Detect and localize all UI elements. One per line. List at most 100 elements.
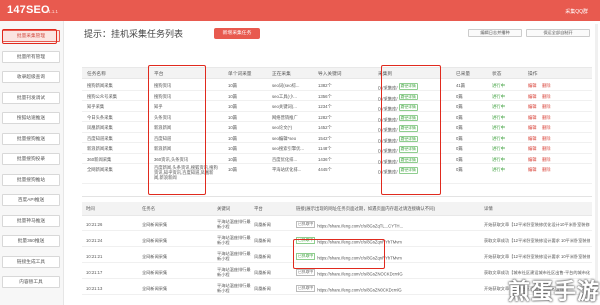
- log-row[interactable]: 10:21:26 全网新闻采集 平海站温座排行最新小程 凤凰新闻 已抓取中 https:/…: [82, 218, 592, 231]
- cell-kw: 1148个: [318, 146, 332, 151]
- cell-collected: 41篇: [456, 83, 466, 88]
- edit-link[interactable]: 编辑: [528, 83, 537, 89]
- cell-name: 搜狗公众号采集: [87, 93, 118, 99]
- sidebar-item[interactable]: 收录超级查询: [2, 71, 60, 83]
- log-table-header: 时间 任务名 关键词 平台 链接(展示出现的网址任务页面过期，如遇页面内存超过请连接确认…: [82, 202, 592, 216]
- log-task: 全网新闻采集: [142, 238, 168, 243]
- watermark: 煎蛋手游: [508, 279, 600, 304]
- edit-link[interactable]: 编辑: [528, 136, 537, 142]
- column-header[interactable]: 单个词采量: [228, 71, 251, 77]
- log-task: 全网新闻采集: [142, 222, 168, 227]
- divider: [82, 196, 592, 197]
- sidebar-item[interactable]: 百度API推送: [2, 194, 60, 206]
- fetch-status-tag: 已抓取中: [296, 285, 316, 292]
- cell-current: 百度优化排...: [272, 156, 298, 162]
- cell-current: seo关键词(...: [272, 104, 297, 109]
- top-bar: 147SEO v1.1.1 采集QQ群: [0, 0, 600, 21]
- log-detail: 获取文章成功【12平米卧室装修设计要求 10平米卧室装修要点小技】: [484, 238, 590, 243]
- column-header[interactable]: 导入关键词: [318, 71, 341, 77]
- edit-link[interactable]: 编辑: [528, 115, 537, 121]
- sidebar-item[interactable]: 内容替工具: [2, 276, 60, 288]
- save-all-button[interactable]: 保运全部自制开: [526, 29, 590, 37]
- status-badge: 进行中: [492, 135, 505, 141]
- sidebar-item[interactable]: 批量神马推送: [2, 214, 60, 227]
- edit-link[interactable]: 编辑: [528, 146, 537, 152]
- column-header[interactable]: 正在采集: [272, 71, 291, 77]
- log-keyword: 平海站温座排行最新小程: [217, 251, 251, 261]
- cell-collected: 0篇: [456, 125, 463, 130]
- column-header[interactable]: 已采量: [456, 71, 470, 77]
- log-url[interactable]: 已抓取中 https://share.ifeng.com/c/s/8GsZNOCK…: [296, 269, 476, 277]
- cell-kw: 4445个: [318, 167, 332, 172]
- log-column-header: 时间: [86, 206, 95, 211]
- sidebar-item[interactable]: 批量搜狗投录: [2, 153, 60, 165]
- column-header[interactable]: 状态: [492, 71, 501, 77]
- log-time: 10:21:13: [86, 286, 103, 291]
- log-task: 全网新闻采集: [142, 270, 168, 275]
- delete-link[interactable]: 删除: [542, 146, 551, 152]
- edit-link[interactable]: 编辑: [528, 125, 537, 131]
- edit-link[interactable]: 编辑: [528, 94, 537, 100]
- url-text[interactable]: https://share.ifeng.com/c/s/8GsZN0CKDcrn…: [317, 288, 401, 293]
- sidebar-item[interactable]: 批量所有管理: [2, 50, 60, 63]
- sidebar-item[interactable]: 批量搜狗推站: [2, 173, 60, 186]
- cell-per: 10篇: [228, 114, 238, 120]
- log-time: 10:21:26: [86, 222, 103, 227]
- url-text[interactable]: https://share.ifeng.com/c/s/8GsZNOCKDcrn…: [317, 272, 402, 277]
- delete-link[interactable]: 删除: [542, 157, 551, 163]
- cell-kw: 1382个: [318, 83, 332, 88]
- sidebar-item[interactable]: 批量刊发调试: [2, 91, 60, 104]
- log-time: 10:21:17: [86, 270, 103, 275]
- log-platform: 凤凰新闻: [254, 270, 271, 275]
- main-panel: 提示：挂机采集任务列表 新增采集任务 编辑日志并播种 保运全部自制开 任务名称平…: [64, 21, 600, 305]
- delete-link[interactable]: 删除: [542, 115, 551, 121]
- log-column-header: 链接(展示出现的网址任务页面过期，如遇页面内存超过请连接确认不同): [296, 206, 436, 211]
- log-keyword: 平海站温座排行最新小程: [217, 267, 251, 277]
- log-time: 10:21:24: [86, 238, 103, 243]
- url-text[interactable]: https://share.ifeng.com/c/s/8GsZqTL...CY…: [317, 224, 403, 229]
- scrollbar[interactable]: [595, 24, 598, 300]
- delete-link[interactable]: 删除: [542, 104, 551, 110]
- log-task: 全网新闻采集: [142, 286, 168, 291]
- sidebar-item[interactable]: 链接生成工具: [2, 255, 60, 268]
- delete-link[interactable]: 删除: [542, 83, 551, 89]
- column-header[interactable]: 任务名称: [87, 71, 106, 77]
- cell-current: seo编辑*seo: [272, 135, 297, 141]
- log-task: 全网新闻采集: [142, 254, 168, 259]
- edit-log-button[interactable]: 编辑日志并播种: [468, 29, 522, 37]
- cell-kw: 1356个: [318, 93, 332, 99]
- cell-name: 全网新闻采集: [87, 167, 113, 172]
- status-badge: 进行中: [492, 114, 505, 120]
- cell-current: seo搜索引擎优...: [272, 146, 304, 151]
- qq-group-link[interactable]: 采集QQ群: [565, 8, 588, 15]
- delete-link[interactable]: 删除: [542, 136, 551, 142]
- edit-link[interactable]: 编辑: [528, 104, 537, 110]
- edit-link[interactable]: 编辑: [528, 167, 537, 173]
- log-column-header: 关键词: [217, 206, 231, 211]
- sidebar-item[interactable]: 搜狐站速推送: [2, 112, 60, 124]
- sidebar-item[interactable]: 批量搜狗推送: [2, 132, 60, 145]
- delete-link[interactable]: 删除: [542, 167, 551, 173]
- platform-column-highlight: [148, 65, 206, 195]
- log-keyword: 平海站温座排行最新小程: [217, 235, 251, 245]
- cell-name: 搜狗新闻采集: [87, 83, 113, 88]
- cell-name: 凤凰新闻采集: [87, 125, 113, 130]
- delete-link[interactable]: 删除: [542, 94, 551, 100]
- cell-collected: 0篇: [456, 93, 463, 99]
- log-column-header: 平台: [254, 206, 263, 211]
- cell-kw: 1436个: [318, 156, 332, 162]
- sidebar-item[interactable]: 批量360推送: [2, 235, 60, 247]
- edit-link[interactable]: 编辑: [528, 157, 537, 163]
- log-column-header: 详情: [484, 206, 493, 211]
- log-platform: 凤凰新闻: [254, 238, 271, 243]
- status-badge: 进行中: [492, 156, 505, 162]
- log-url[interactable]: 已抓取中 https://share.ifeng.com/c/s/8GsZN0CK…: [296, 285, 476, 293]
- new-task-button[interactable]: 新增采集任务: [214, 28, 260, 39]
- log-url[interactable]: 已抓取中 https://share.ifeng.com/c/s/8GsZqTL.…: [296, 221, 476, 229]
- status-badge: 进行中: [492, 146, 505, 151]
- log-keyword: 平海站温座排行最新小程: [217, 219, 251, 229]
- log-detail: 开始获取文章【12平米卧室装修设计要求 10平米卧室装修要点小技】: [484, 254, 590, 259]
- log-keyword: 平海站温座排行最新小程: [217, 283, 251, 293]
- column-header[interactable]: 操作: [528, 71, 537, 77]
- delete-link[interactable]: 删除: [542, 125, 551, 131]
